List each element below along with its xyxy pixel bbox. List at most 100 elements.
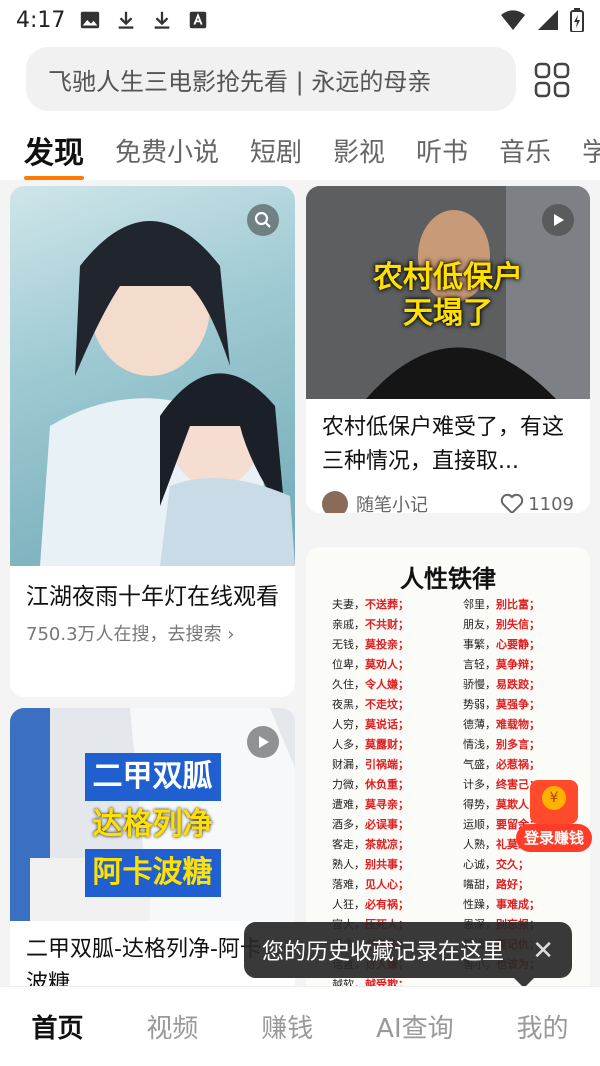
nav-profile[interactable]: 我的	[517, 1008, 569, 1045]
clock: 4:17	[16, 7, 66, 33]
history-tooltip: 您的历史收藏记录在这里 ✕	[244, 922, 572, 988]
rule-subject: 运顺，	[463, 818, 496, 831]
rule-advice: 莫强争；	[496, 698, 540, 711]
gallery-icon	[81, 11, 100, 29]
rule-subject: 情浅，	[463, 738, 496, 751]
rule-subject: 落难，	[332, 878, 365, 891]
rule-advice: 茶就凉；	[365, 838, 409, 851]
tab-learning[interactable]: 学习	[582, 132, 600, 169]
rule-line: 事繁，心要静；	[463, 635, 572, 655]
overlay-line: 阿卡波糖	[84, 849, 221, 897]
rule-subject: 力微，	[332, 778, 365, 791]
rule-line: 势弱，莫强争；	[463, 695, 572, 715]
rule-subject: 夫妻，	[332, 598, 365, 611]
content-feed: 江湖夜雨十年灯在线观看 750.3万人在搜，去搜索 › 农村低保户 天塌了 农村…	[0, 180, 600, 986]
rule-advice: 别比富；	[496, 598, 540, 611]
battery-icon	[570, 8, 584, 32]
status-bar: 4:17	[0, 0, 600, 40]
login-earn-label: 登录赚钱	[516, 824, 592, 852]
drama-poster-art	[40, 221, 295, 566]
rule-line: 力微，休负重；	[332, 775, 441, 795]
rule-subject: 越软，	[332, 978, 365, 986]
rule-line: 酒多，必误事；	[332, 815, 441, 835]
rule-line: 性躁，事难成；	[463, 895, 572, 915]
rule-advice: 莫说话；	[365, 718, 409, 731]
rule-subject: 嘴甜，	[463, 878, 496, 891]
download-icon	[155, 11, 170, 29]
rule-line: 人穷，莫说话；	[332, 715, 441, 735]
rule-line: 情浅，别多言；	[463, 735, 572, 755]
play-icon[interactable]	[247, 726, 279, 758]
rule-line: 心诚，交久；	[463, 855, 572, 875]
like-count: 1109	[528, 493, 574, 514]
rule-advice: 越受欺；	[365, 978, 409, 986]
rule-line: 嘴甜，路好；	[463, 875, 572, 895]
red-envelope-icon: ¥	[530, 780, 578, 824]
wifi-icon	[501, 10, 525, 30]
rule-advice: 不送葬；	[365, 598, 409, 611]
grid-menu-icon[interactable]	[532, 60, 572, 100]
rule-subject: 人多，	[332, 738, 365, 751]
rule-subject: 人狂，	[332, 898, 365, 911]
search-count[interactable]: 750.3万人在搜，去搜索 ›	[10, 614, 295, 652]
rule-subject: 事繁，	[463, 638, 496, 651]
rule-advice: 别失信；	[496, 618, 540, 631]
nav-home[interactable]: 首页	[31, 1008, 83, 1045]
chevron-right-icon: ›	[227, 624, 235, 645]
rule-line: 久住，令人嫌；	[332, 675, 441, 695]
rule-subject: 客走，	[332, 838, 365, 851]
search-row: 飞驰人生三电影抢先看 | 永远的母亲	[0, 40, 600, 120]
rule-line: 遭难，莫寻亲；	[332, 795, 441, 815]
tab-film-tv[interactable]: 影视	[333, 132, 385, 169]
tab-music[interactable]: 音乐	[499, 132, 551, 169]
rule-subject: 邻里，	[463, 598, 496, 611]
video-thumbnail: 二甲双胍 达格列净 阿卡波糖	[10, 708, 295, 921]
search-icon[interactable]	[247, 204, 279, 236]
rule-subject: 得势，	[463, 798, 496, 811]
rule-subject: 遭难，	[332, 798, 365, 811]
play-icon[interactable]	[542, 204, 574, 236]
rule-advice: 休负重；	[365, 778, 409, 791]
rule-subject: 言轻，	[463, 658, 496, 671]
rule-line: 骄慢，易跌跤；	[463, 675, 572, 695]
rule-line: 人多，莫露财；	[332, 735, 441, 755]
rule-advice: 路好；	[496, 878, 529, 891]
rule-subject: 无钱，	[332, 638, 365, 651]
login-earn-badge[interactable]: ¥ 登录赚钱	[516, 780, 592, 854]
rules-heading: 人性铁律	[400, 565, 496, 593]
tab-audiobooks[interactable]: 听书	[416, 132, 468, 169]
rule-subject: 人熟，	[463, 838, 496, 851]
author-name[interactable]: 随笔小记	[356, 491, 428, 513]
rules-card[interactable]: 人性铁律 夫妻，不送葬； 亲戚，不共财； 无钱，莫投亲； 位卑，莫劝人； 久住，令人嫌；…	[306, 547, 590, 986]
avatar[interactable]	[322, 491, 348, 513]
rule-line: 落难，见人心；	[332, 875, 441, 895]
rule-subject: 德薄，	[463, 718, 496, 731]
tab-discover[interactable]: 发现	[24, 128, 84, 180]
overlay-line: 达格列净	[92, 807, 213, 842]
rule-subject: 熟人，	[332, 858, 365, 871]
rule-advice: 不走坟；	[365, 698, 409, 711]
rule-advice: 必误事；	[365, 818, 409, 831]
nav-earn[interactable]: 赚钱	[261, 1008, 313, 1045]
rule-subject: 夜黑，	[332, 698, 365, 711]
rule-subject: 势弱，	[463, 698, 496, 711]
rule-advice: 事难成；	[496, 898, 540, 911]
rule-subject: 人穷，	[332, 718, 365, 731]
tab-free-novels[interactable]: 免费小说	[115, 132, 219, 169]
close-icon[interactable]: ✕	[532, 936, 554, 966]
rule-subject: 亲戚，	[332, 618, 365, 631]
tab-short-drama[interactable]: 短剧	[250, 132, 302, 169]
nav-video[interactable]: 视频	[146, 1008, 198, 1045]
rule-advice: 必有祸；	[365, 898, 409, 911]
video-card[interactable]: 农村低保户 天塌了 农村低保户难受了，有这三种情况，直接取... 随笔小记 11…	[306, 186, 590, 513]
video-thumbnail: 农村低保户 天塌了	[306, 186, 590, 399]
bottom-navigation: 首页 视频 赚钱 AI查询 我的	[0, 986, 600, 1066]
rule-advice: 心要静；	[496, 638, 540, 651]
rule-line: 邻里，别比富；	[463, 595, 572, 615]
rule-advice: 莫争辩；	[496, 658, 540, 671]
rule-advice: 交久；	[496, 858, 529, 871]
search-input[interactable]: 飞驰人生三电影抢先看 | 永远的母亲	[26, 47, 516, 111]
heart-icon[interactable]	[500, 493, 524, 513]
nav-ai-query[interactable]: AI查询	[376, 1008, 453, 1045]
drama-card[interactable]: 江湖夜雨十年灯在线观看 750.3万人在搜，去搜索 ›	[10, 186, 295, 697]
